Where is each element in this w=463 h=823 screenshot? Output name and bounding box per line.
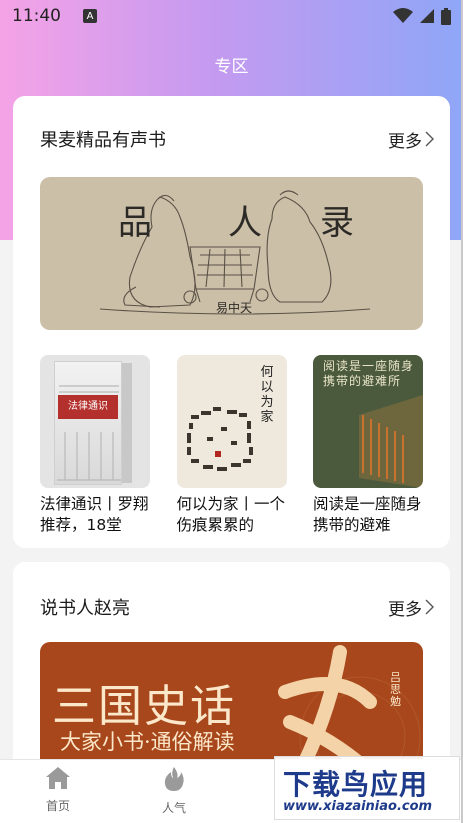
book-list: 法律通识 法律通识丨罗翔推荐，18堂 何以为家 何以为家丨一个伤痕累累的 阅读是… [40,355,423,536]
wifi-icon [393,8,413,23]
flame-icon [164,767,184,791]
more-button[interactable]: 更多 [388,595,434,620]
banner-char-1: 品 [118,203,152,243]
storyteller-section-card: 说书人赵亮 更多 三国史话 大家小书·通俗解读 吕思勉 [13,562,450,782]
book-cover: 法律通识 [40,355,150,488]
watermark-title: 下载鸟应用 [283,768,429,801]
banner-char-2: 人 [228,203,262,243]
book-item[interactable]: 阅读是一座随身携带的避难所 阅读是一座随身携带的避难 [313,355,423,536]
more-label: 更多 [388,131,422,152]
site-watermark: 下载鸟应用 www.xiazainiao.com [274,756,460,820]
chevron-right-icon [425,599,434,615]
tab-home[interactable]: 首页 [28,766,88,814]
status-time: 11:40 [12,6,61,26]
cover-red-square [214,451,221,457]
cover-title: 何以为家 [260,365,274,425]
notification-icon: A [83,9,97,23]
cover-columns [57,385,121,481]
banner-author: 易中天 [216,301,253,315]
more-button[interactable]: 更多 [388,127,434,152]
featured-banner[interactable]: 品 人 录 易中天 [40,177,423,330]
banner-title: 三国史话 [52,681,236,732]
cover-spine [122,363,132,483]
book-item[interactable]: 何以为家 何以为家丨一个伤痕累累的 [176,355,287,536]
tab-label: 人气 [161,801,186,815]
signal-icon [420,9,434,23]
audiobook-section-card: 果麦精品有声书 更多 品 人 录 易中天 法律通识 法律通识丨罗翔推荐，18堂 … [13,96,450,548]
book-title: 法律通识丨罗翔推荐，18堂 [40,495,149,534]
cover-building [54,361,122,485]
tab-label: 首页 [45,799,70,813]
chevron-right-icon [425,131,434,147]
banner-char-3: 录 [320,203,354,243]
cover-light-art [359,395,423,488]
section-title: 果麦精品有声书 [40,130,166,151]
book-cover: 何以为家 [176,355,287,488]
cover-title: 法律通识 [58,395,118,419]
status-icons [393,7,451,25]
status-bar: 11:40 A [0,0,463,32]
tab-popular[interactable]: 人气 [144,766,204,816]
section-title: 说书人赵亮 [40,598,130,619]
book-item[interactable]: 法律通识 法律通识丨罗翔推荐，18堂 [40,355,150,536]
book-title: 阅读是一座随身携带的避难 [313,495,422,534]
battery-icon [441,7,451,25]
banner-subtitle: 大家小书·通俗解读 [60,730,235,754]
book-cover: 阅读是一座随身携带的避难所 [313,355,423,488]
page-title: 专区 [214,57,249,77]
watermark-url: www.xiazainiao.com [283,799,433,814]
book-title: 何以为家丨一个伤痕累累的 [176,495,286,534]
banner-author: 吕思勉 [390,671,401,708]
section-header: 果麦精品有声书 更多 [40,126,434,152]
section-header: 说书人赵亮 更多 [40,594,434,620]
home-icon [46,767,70,789]
more-label: 更多 [388,599,422,620]
